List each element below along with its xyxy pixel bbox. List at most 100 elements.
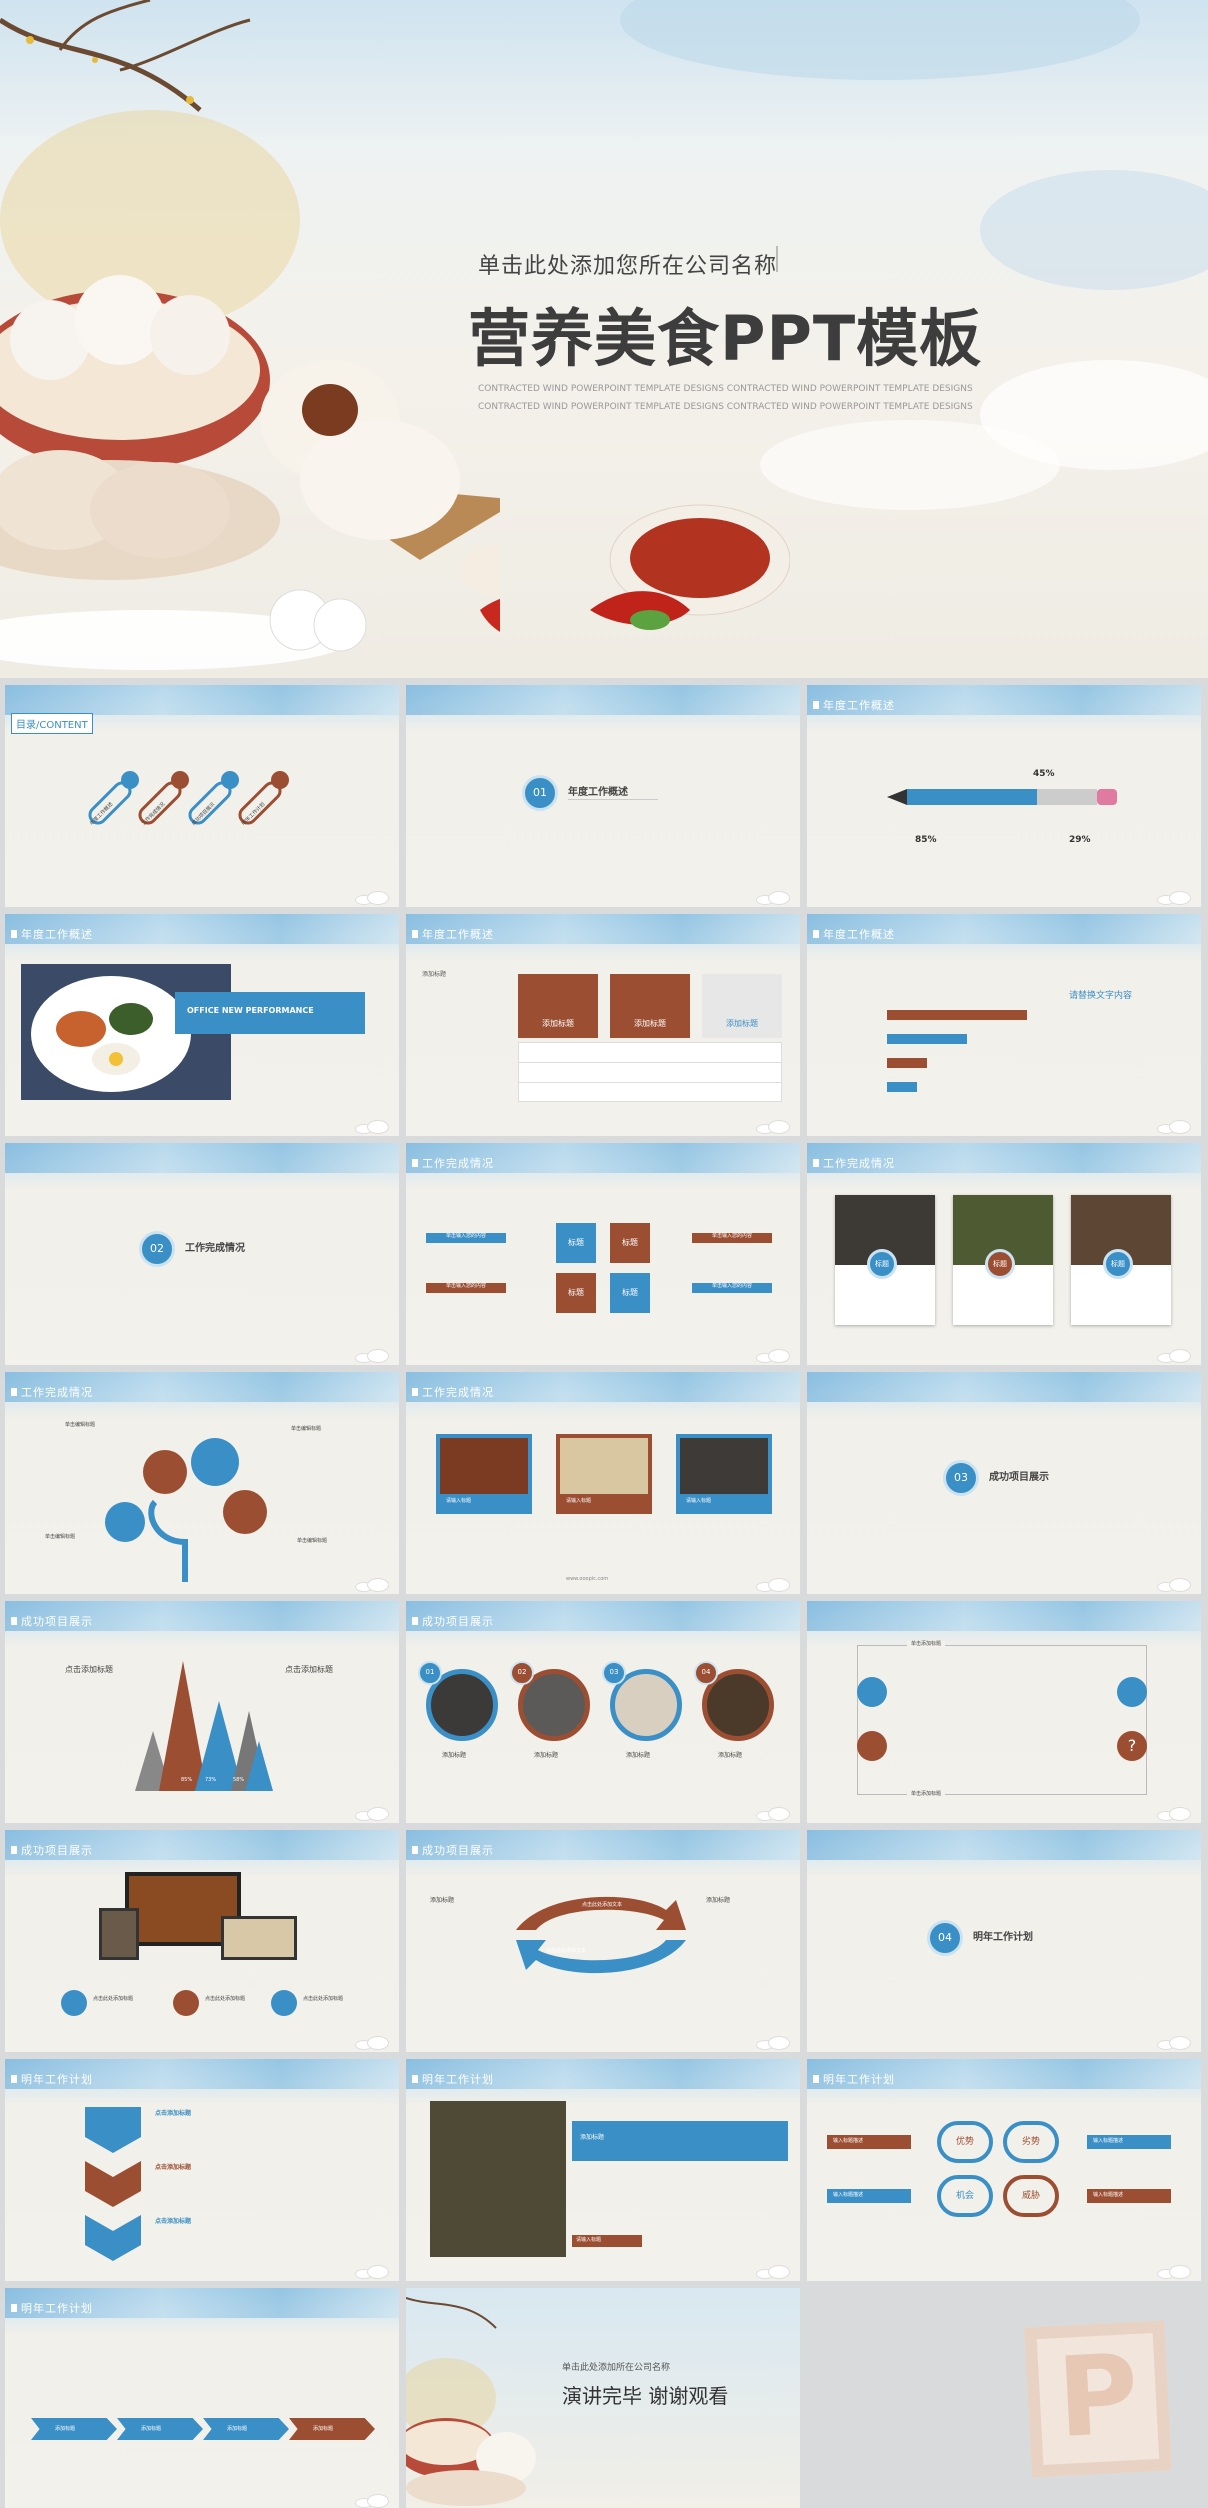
cloud-icon xyxy=(1157,891,1197,905)
cover-title[interactable]: 营养美食PPT模板 xyxy=(468,288,982,378)
section-number: 01 xyxy=(522,775,558,811)
sauce-bowl xyxy=(590,504,790,630)
slide-four-circles[interactable]: 成功项目展示 01 02 03 04 添加标题 添加标题 添加标题 添加标题 xyxy=(406,1601,800,1823)
swot-threat: 威胁 xyxy=(1003,2175,1059,2217)
slide-process-arrows[interactable]: 明年工作计划 添加标题 添加标题 添加标题 添加标题 xyxy=(5,2288,399,2508)
table-body xyxy=(518,1042,782,1102)
slide-devices[interactable]: 成功项目展示 点击此处添加标题 点击此处添加标题 点击此处添加标题 xyxy=(5,1830,399,2052)
list-head: 点击添加标题 xyxy=(155,2218,192,2225)
cloud-icon xyxy=(355,1807,395,1821)
swot-opportunity: 机会 xyxy=(937,2175,993,2217)
section-title: 成功项目展示 xyxy=(989,1472,1049,1483)
tag: 单击输入您的内容 xyxy=(426,1283,506,1293)
slide-title: 工作完成情况 xyxy=(11,1384,93,1400)
title-bar-text: 添加标题 xyxy=(580,2134,605,2141)
cloud-icon xyxy=(1157,1349,1197,1363)
tree-label: 单击编辑标题 xyxy=(65,1422,96,1428)
section-title: 年度工作概述 xyxy=(568,787,628,798)
card-label: 标题 xyxy=(985,1249,1015,1279)
table-cell: 添加标题 xyxy=(542,1019,574,1028)
cloud-icon xyxy=(1157,2036,1197,2050)
bar xyxy=(887,1034,967,1044)
slide-photo-cards[interactable]: 工作完成情况 标题 标题 标题 xyxy=(807,1143,1201,1365)
slide-title: 明年工作计划 xyxy=(412,2071,494,2087)
slide-title: 年度工作概述 xyxy=(813,926,895,942)
slide-chevron-list[interactable]: 明年工作计划 点击添加标题 点击添加标题 点击添加标题 xyxy=(5,2059,399,2281)
swot-tag: 输入标题描述 xyxy=(1087,2189,1171,2203)
bar xyxy=(887,1082,917,1092)
pct-85: 85% xyxy=(915,835,937,845)
slide-contents[interactable]: 目录/CONTENT 年度工作概述 工作完成情况 成功项目展示 明年工作计划 xyxy=(5,685,399,907)
thanks-title[interactable]: 演讲完毕 谢谢观看 xyxy=(562,2380,728,2409)
title-bar xyxy=(572,2121,788,2161)
cloud-icon xyxy=(355,2036,395,2050)
company-name[interactable]: 单击此处添加您所在公司名称 xyxy=(478,248,777,280)
swot-weakness: 劣势 xyxy=(1003,2121,1059,2163)
sky-band xyxy=(5,685,399,715)
bar xyxy=(887,1010,1027,1020)
slide-title: 年度工作概述 xyxy=(813,697,895,713)
cloud-icon xyxy=(756,2265,796,2279)
lock-icon xyxy=(173,1990,199,2016)
swot-tag: 输入标题描述 xyxy=(827,2135,911,2149)
slide-swot[interactable]: 明年工作计划 优势 劣势 机会 威胁 输入标题描述 输入标题描述 输入标题描述 … xyxy=(807,2059,1201,2281)
slide-bar-list[interactable]: 年度工作概述 请替换文字内容 xyxy=(807,914,1201,1136)
banner-text: OFFICE NEW PERFORMANCE xyxy=(187,1006,314,1015)
icon-caption: 点击此处添加标题 xyxy=(303,1996,344,2002)
question-icon: ? xyxy=(1117,1731,1147,1761)
slide-garlic-photo[interactable]: 明年工作计划 添加标题 请输入标题 xyxy=(406,2059,800,2281)
food-illustration xyxy=(406,2297,536,2506)
peak-pct: 85% xyxy=(181,1777,193,1783)
briefcase-icon xyxy=(1117,1677,1147,1707)
slide-four-boxes[interactable]: 工作完成情况 标题 标题 标题 标题 单击输入您的内容 单击输入您的内容 单击输… xyxy=(406,1143,800,1365)
cloud-icon xyxy=(756,2036,796,2050)
slide-pencil-progress[interactable]: 年度工作概述 45% 85% 29% xyxy=(807,685,1201,907)
list-head: 请替换文字内容 xyxy=(1069,991,1133,1001)
watermark-logo: P xyxy=(1024,2320,1172,2478)
tree-label: 单击编辑标题 xyxy=(45,1534,76,1540)
list-head: 点击添加标题 xyxy=(155,2110,192,2117)
slide-icon-table[interactable]: 年度工作概述 添加标题 添加标题 添加标题 添加标题 xyxy=(406,914,800,1136)
chevron-stack xyxy=(85,2107,141,2261)
tree-label: 单击编辑标题 xyxy=(291,1426,322,1432)
divider xyxy=(776,246,778,272)
section-title: 明年工作计划 xyxy=(973,1932,1033,1943)
slide-icon-frame[interactable]: ? 单击添加标题 单击添加标题 xyxy=(807,1601,1201,1823)
company-name[interactable]: 单击此处添加所在公司名称 xyxy=(562,2360,670,2373)
tree-label: 单击编辑标题 xyxy=(297,1538,328,1544)
peak-head: 点击添加标题 xyxy=(65,1665,113,1674)
slide-title: 工作完成情况 xyxy=(412,1384,494,1400)
slide-title: 工作完成情况 xyxy=(813,1155,895,1171)
sky-wash xyxy=(620,0,1140,80)
cloud-icon xyxy=(756,1120,796,1134)
slide-section-03[interactable]: 03 成功项目展示 xyxy=(807,1372,1201,1594)
step-label: 添加标题 xyxy=(227,2426,248,2432)
slide-thanks[interactable]: 单击此处添加所在公司名称 演讲完毕 谢谢观看 xyxy=(406,2288,800,2508)
food-illustration xyxy=(0,0,500,670)
slide-tree[interactable]: 工作完成情况 单击编辑标题 单击编辑标题 单击编辑标题 单击编辑标题 xyxy=(5,1372,399,1594)
cloud-icon xyxy=(756,1349,796,1363)
tag: 单击输入您的内容 xyxy=(692,1233,772,1243)
contents-title: 目录/CONTENT xyxy=(11,713,93,734)
cover-slide[interactable]: 单击此处添加您所在公司名称 营养美食PPT模板 CONTRACTED WIND … xyxy=(0,0,1208,678)
slide-three-photos[interactable]: 工作完成情况 请输入标题 请输入标题 请输入标题 www.ooopic.com xyxy=(406,1372,800,1594)
slide-section-01[interactable]: 01 年度工作概述 xyxy=(406,685,800,907)
gear-icon xyxy=(857,1677,887,1707)
slide-cycle-arrows[interactable]: 成功项目展示 点击此处添加文本 点击此处添加文本 添加标题 添加标题 xyxy=(406,1830,800,2052)
section-number: 03 xyxy=(943,1460,979,1496)
slide-section-04[interactable]: 04 明年工作计划 xyxy=(807,1830,1201,2052)
icon-caption: 点击此处添加标题 xyxy=(205,1996,246,2002)
table-cell: 添加标题 xyxy=(726,1019,758,1028)
slide-office-performance[interactable]: 年度工作概述 OFFICE NEW PERFORMANCE xyxy=(5,914,399,1136)
bar xyxy=(887,1058,927,1068)
section-number: 04 xyxy=(927,1920,963,1956)
step-label: 添加标题 xyxy=(141,2426,162,2432)
card-label: 标题 xyxy=(1103,1249,1133,1279)
slide-section-02[interactable]: 02 工作完成情况 xyxy=(5,1143,399,1365)
slide-peaks[interactable]: 成功项目展示 点击添加标题 点击添加标题 85% 73% 58% xyxy=(5,1601,399,1823)
sky-band xyxy=(807,1372,1201,1402)
cover-subtitle-1: CONTRACTED WIND POWERPOINT TEMPLATE DESI… xyxy=(478,384,973,394)
step-caption: 添加标题 xyxy=(442,1752,467,1759)
cloud-icon xyxy=(1157,2265,1197,2279)
peak-head: 点击添加标题 xyxy=(285,1665,333,1674)
